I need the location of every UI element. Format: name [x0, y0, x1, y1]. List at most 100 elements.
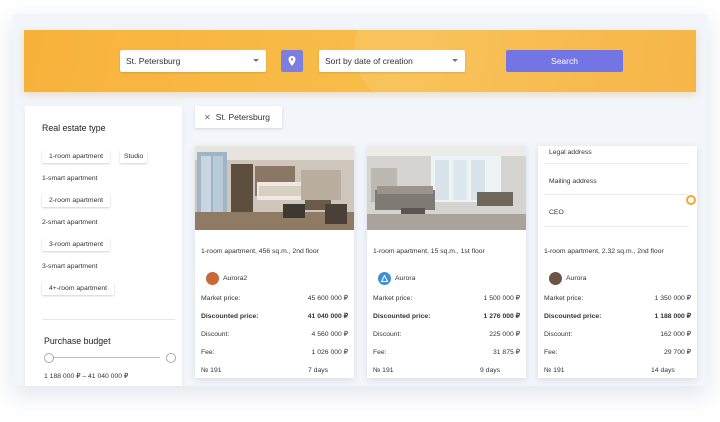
row-value: 41 040 000 ₽ [307, 313, 348, 320]
row-value: 45 600 000 ₽ [307, 295, 348, 302]
menu-divider [544, 226, 689, 227]
author-name: Aurora2 [223, 275, 248, 282]
menu-item-legal-address[interactable]: Legal address [549, 149, 592, 156]
listing-number-row: № 191 9 days [373, 365, 520, 378]
fee-row: Fee: 1 026 000 ₽ [201, 347, 348, 365]
sidebar-divider [42, 319, 175, 320]
market-price-row: Market price: 1 500 000 ₽ [373, 293, 520, 311]
row-label: Discount: [544, 331, 573, 338]
listing-card[interactable]: 1-room apartment, 456 sq.m., 2nd floor A… [195, 146, 354, 378]
real-estate-type-heading: Real estate type [42, 123, 106, 133]
sort-select[interactable]: Sort by date of creation [319, 50, 465, 72]
market-price-row: Market price: 45 600 000 ₽ [201, 293, 348, 311]
avatar [378, 272, 391, 285]
listing-author[interactable]: Aurora [549, 272, 586, 285]
aurora-logo-icon [381, 275, 388, 282]
budget-slider-min-handle[interactable] [44, 353, 54, 363]
sort-select-value: Sort by date of creation [325, 56, 413, 66]
listing-card[interactable]: 1-room apartment, 15 sq.m., 1st floor Au… [367, 146, 526, 378]
discount-row: Discount: 4 560 000 ₽ [201, 329, 348, 347]
row-value: 1 276 000 ₽ [483, 313, 520, 320]
listing-title: 1-room apartment, 2.32 sq.m., 2nd floor [544, 248, 664, 255]
listing-title: 1-room apartment, 456 sq.m., 2nd floor [201, 248, 319, 255]
discounted-price-row: Discounted price: 1 276 000 ₽ [373, 311, 520, 329]
fee-row: Fee: 31 875 ₽ [373, 347, 520, 365]
price-table: Market price: 45 600 000 ₽ Discounted pr… [201, 293, 348, 378]
type-chip-3-room[interactable]: 3-room apartment [42, 238, 111, 251]
listing-author[interactable]: Aurora [378, 272, 415, 285]
avatar [206, 272, 219, 285]
map-pin-button[interactable] [281, 50, 303, 72]
listing-number-row: № 191 7 days [201, 365, 348, 378]
row-value: 1 500 000 ₽ [483, 295, 520, 302]
fee-row: Fee: 29 700 ₽ [544, 347, 691, 365]
row-label: Discounted price: [544, 313, 602, 320]
row-label: № 191 [544, 367, 565, 374]
filter-sidebar: Real estate type 1-room apartment Studio… [25, 106, 182, 386]
listing-card[interactable]: Legal address Mailing address CEO 1-room… [538, 146, 697, 378]
type-chip-4-room[interactable]: 4+-room apartment [42, 282, 114, 295]
budget-slider-max-handle[interactable] [166, 353, 176, 363]
budget-range-text: 1 188 000 ₽ – 41 040 000 ₽ [44, 373, 129, 380]
listing-author[interactable]: Aurora2 [206, 272, 247, 285]
row-label: Discount: [201, 331, 230, 338]
row-value: 1 350 000 ₽ [654, 295, 691, 302]
price-table: Market price: 1 500 000 ₽ Discounted pri… [373, 293, 520, 378]
active-filter-tag[interactable]: ✕ St. Petersburg [195, 106, 282, 128]
city-select-value: St. Petersburg [126, 56, 181, 66]
search-bar: St. Petersburg Sort by date of creation … [24, 30, 696, 92]
row-value: 1 026 000 ₽ [311, 349, 348, 356]
price-table: Market price: 1 350 000 ₽ Discounted pri… [544, 293, 691, 378]
avatar [549, 272, 562, 285]
type-chip-studio[interactable]: Studio [120, 150, 148, 163]
market-price-row: Market price: 1 350 000 ₽ [544, 293, 691, 311]
menu-divider [544, 163, 689, 164]
listing-photo [195, 146, 354, 230]
row-value: 225 000 ₽ [489, 331, 520, 338]
row-label: № 191 [373, 367, 394, 374]
type-chip-3-smart[interactable]: 3-smart apartment [42, 260, 98, 273]
type-chip-2-smart[interactable]: 2-smart apartment [42, 216, 98, 229]
row-value: 9 days [480, 367, 501, 374]
listing-photo [367, 146, 526, 230]
city-select[interactable]: St. Petersburg [120, 50, 266, 72]
active-filter-label: St. Petersburg [215, 112, 271, 122]
type-chip-2-room[interactable]: 2-room apartment [42, 194, 111, 207]
type-chip-1-smart[interactable]: 1-smart apartment [42, 172, 98, 185]
menu-divider [544, 194, 689, 195]
row-value: 29 700 ₽ [663, 349, 691, 356]
type-chip-1-room[interactable]: 1-room apartment [42, 150, 111, 163]
row-value: 31 875 ₽ [492, 349, 520, 356]
listing-number-row: № 191 14 days [544, 365, 691, 378]
row-value: 14 days [651, 367, 675, 374]
row-value: 1 188 000 ₽ [654, 313, 691, 320]
menu-item-mailing-address[interactable]: Mailing address [549, 178, 597, 185]
row-label: Fee: [373, 349, 387, 356]
author-name: Aurora [566, 275, 587, 282]
chevron-down-icon [253, 59, 259, 62]
close-icon[interactable]: ✕ [204, 113, 211, 122]
row-value: 162 000 ₽ [660, 331, 691, 338]
listing-title: 1-room apartment, 15 sq.m., 1st floor [373, 248, 485, 255]
menu-item-ceo[interactable]: CEO [549, 209, 564, 216]
card-context-menu: Legal address Mailing address CEO [538, 146, 697, 230]
row-label: Market price: [201, 295, 241, 302]
discounted-price-row: Discounted price: 1 188 000 ₽ [544, 311, 691, 329]
row-label: Market price: [373, 295, 413, 302]
discounted-price-row: Discounted price: 41 040 000 ₽ [201, 311, 348, 329]
row-label: № 191 [201, 367, 222, 374]
menu-toggle-handle[interactable] [686, 195, 696, 205]
row-value: 4 560 000 ₽ [311, 331, 348, 338]
row-value: 7 days [308, 367, 329, 374]
row-label: Discounted price: [201, 313, 259, 320]
row-label: Fee: [544, 349, 558, 356]
app-frame: St. Petersburg Sort by date of creation … [12, 14, 708, 386]
discount-row: Discount: 225 000 ₽ [373, 329, 520, 347]
search-button[interactable]: Search [506, 50, 623, 72]
discount-row: Discount: 162 000 ₽ [544, 329, 691, 347]
author-name: Aurora [395, 275, 416, 282]
budget-slider-track[interactable] [48, 357, 160, 358]
row-label: Discounted price: [373, 313, 431, 320]
map-pin-icon [288, 56, 296, 66]
chevron-down-icon [452, 59, 458, 62]
